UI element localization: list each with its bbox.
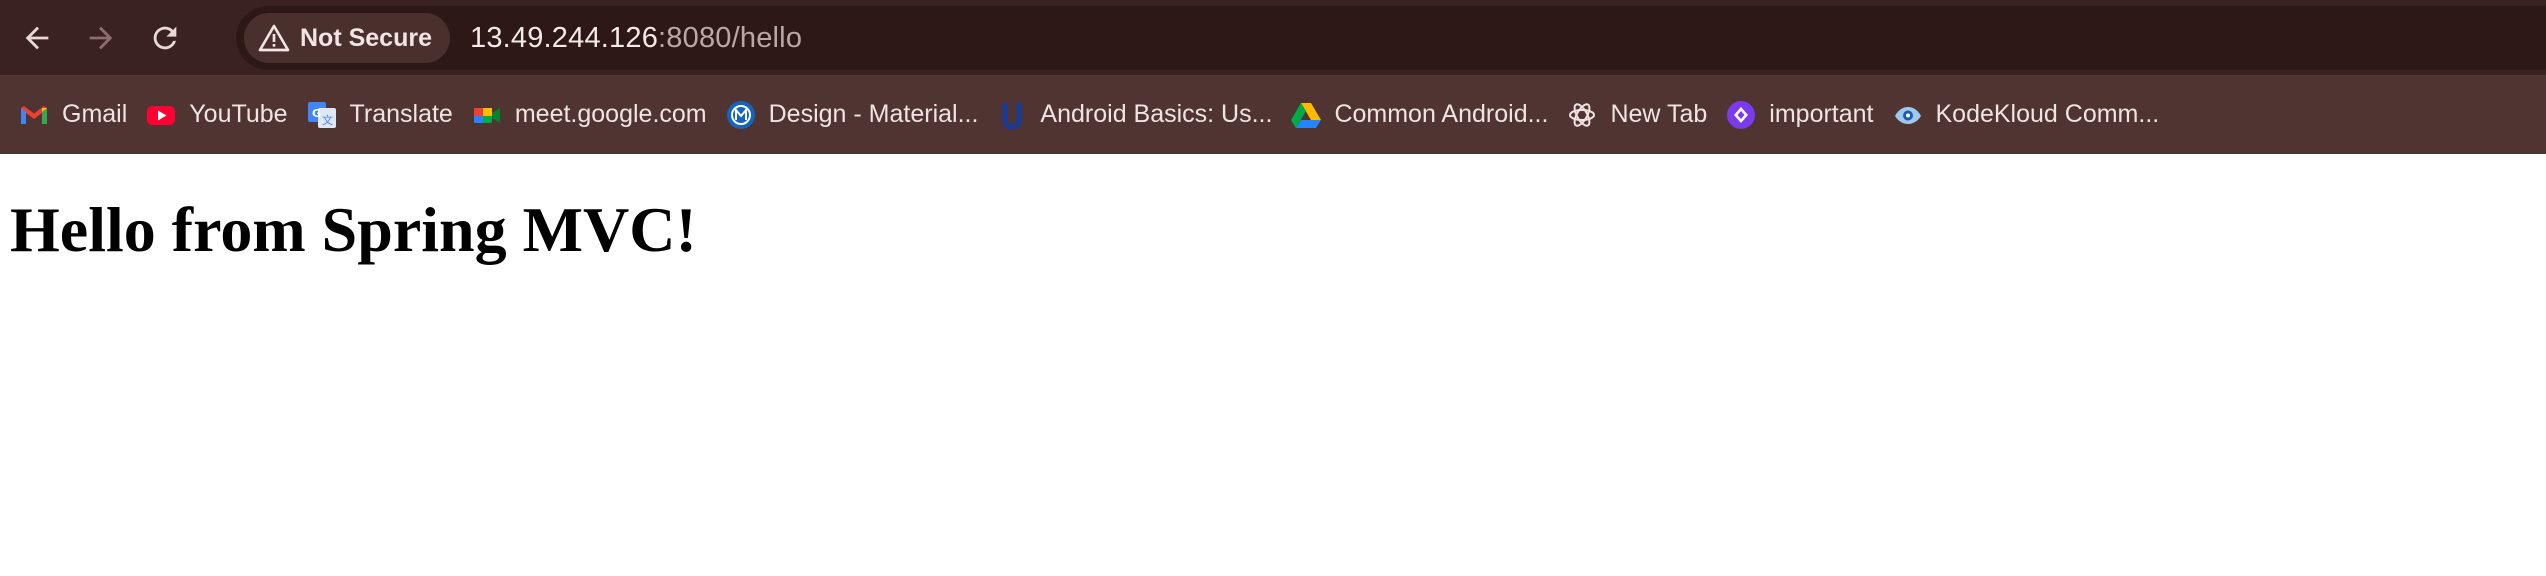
reload-button[interactable]	[138, 11, 192, 65]
bookmarks-bar: Gmail YouTube G文 Translate meet.google.c…	[0, 75, 2546, 154]
bookmark-app-icon	[1725, 99, 1757, 131]
arrow-left-icon	[25, 26, 49, 49]
bookmark-label: New Tab	[1610, 100, 1708, 128]
bookmark-label: Design - Material...	[768, 100, 979, 128]
bookmark-label: Android Basics: Us...	[1040, 100, 1273, 128]
youtube-icon	[145, 99, 177, 131]
bookmark-youtube[interactable]: YouTube	[143, 90, 303, 140]
bookmark-kodekloud[interactable]: KodeKloud Comm...	[1890, 90, 2176, 140]
google-drive-icon	[1290, 99, 1322, 131]
translate-icon: G文	[306, 99, 338, 131]
page-content: Hello from Spring MVC!	[0, 198, 2546, 262]
bookmark-new-tab[interactable]: New Tab	[1564, 90, 1723, 140]
page-heading: Hello from Spring MVC!	[10, 194, 697, 265]
bookmark-label: KodeKloud Comm...	[1935, 100, 2160, 128]
bookmark-label: meet.google.com	[514, 100, 707, 128]
bookmark-translate[interactable]: G文 Translate	[304, 90, 469, 140]
bookmark-label: YouTube	[189, 100, 288, 128]
bookmark-android-basics[interactable]: Android Basics: Us...	[994, 90, 1288, 140]
bookmark-gmail[interactable]: Gmail	[16, 90, 143, 140]
svg-text:G: G	[312, 107, 321, 120]
url-path: :8080/hello	[658, 21, 803, 54]
gmail-icon	[18, 99, 50, 131]
security-indicator[interactable]: Not Secure	[244, 13, 450, 63]
forward-button[interactable]	[74, 11, 128, 65]
svg-text:文: 文	[322, 113, 333, 127]
udacity-icon	[996, 99, 1028, 131]
kodekloud-icon	[1892, 99, 1924, 131]
reload-icon	[153, 26, 177, 49]
bookmark-label: Gmail	[62, 100, 128, 128]
browser-toolbar: Not Secure 13.49.244.126:8080/hello	[0, 0, 2546, 75]
bookmark-important[interactable]: important	[1723, 90, 1889, 140]
bookmark-label: Common Android...	[1334, 100, 1549, 128]
google-meet-icon	[471, 99, 503, 131]
bookmark-label: important	[1769, 100, 1874, 128]
back-button[interactable]	[10, 11, 64, 65]
bookmark-label: Translate	[349, 100, 453, 128]
bookmark-meet[interactable]: meet.google.com	[469, 90, 723, 140]
warning-icon	[258, 24, 290, 52]
url-text[interactable]: 13.49.244.126:8080/hello	[470, 22, 802, 55]
arrow-right-icon	[89, 26, 113, 49]
bookmark-common-android[interactable]: Common Android...	[1288, 90, 1564, 140]
url-host: 13.49.244.126	[469, 21, 659, 54]
address-bar[interactable]: Not Secure 13.49.244.126:8080/hello	[236, 6, 2546, 70]
security-label: Not Secure	[300, 23, 432, 52]
openai-icon	[1566, 99, 1598, 131]
bookmark-material-design[interactable]: Design - Material...	[723, 90, 995, 140]
browser-chrome: Not Secure 13.49.244.126:8080/hello Gmai…	[0, 0, 2546, 154]
material-design-icon	[725, 99, 757, 131]
